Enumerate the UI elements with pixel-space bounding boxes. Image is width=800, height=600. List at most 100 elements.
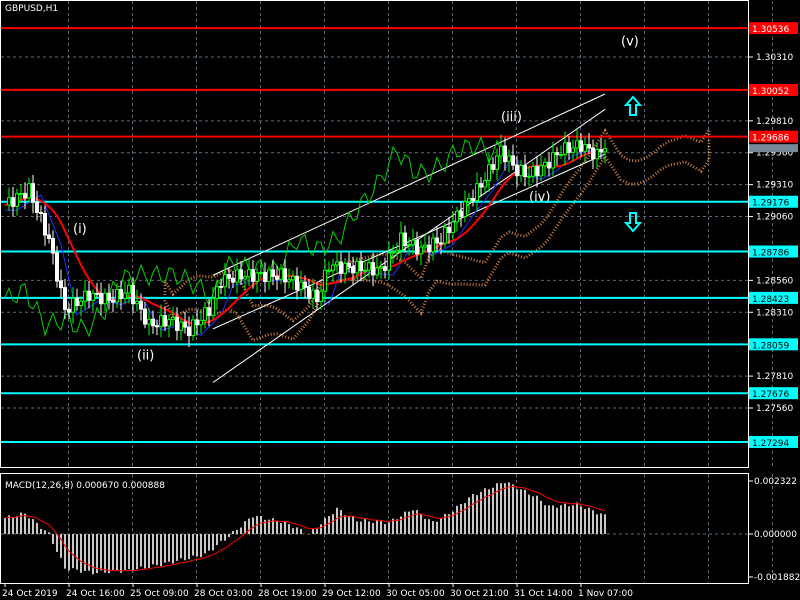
time-label: 31 Oct 14:00 [514,589,573,599]
candle-body [315,289,319,303]
candle-body [499,145,503,157]
candle-body [583,144,587,152]
candle-body [95,292,99,295]
macd-histogram-bar [64,534,66,569]
macd-histogram-bar [332,514,334,534]
candle-body [355,260,359,274]
price-tick-label: 1.28310 [756,308,793,318]
macd-histogram-bar [516,489,518,534]
macd-histogram-bar [204,534,206,554]
macd-histogram-bar [508,482,510,534]
candle-body [223,274,227,288]
candle-body [483,180,487,188]
macd-histogram-bar [40,528,42,534]
macd-histogram-bar [28,518,30,534]
macd-histogram-bar [232,531,234,534]
price-tick-label: 1.28560 [756,276,793,286]
candle-body [367,262,371,271]
cyan-level-label: 1.27676 [752,390,789,400]
macd-signal-line [4,485,606,572]
candle-body [131,284,135,305]
macd-histogram-bar [248,518,250,534]
macd-histogram-bar [212,534,214,551]
candle-body [567,142,571,153]
candle-body [431,237,435,253]
macd-histogram-bar [404,511,406,534]
macd-histogram-bar [432,521,434,534]
time-label: 28 Oct 19:00 [258,589,317,599]
candle-body [319,290,323,303]
macd-histogram-bar [584,509,586,534]
candle-body [383,266,387,271]
macd-histogram-bar [144,534,146,569]
candle-body [31,183,35,203]
macd-histogram-bar [72,534,74,569]
candle-body [127,284,131,294]
price-chart[interactable]: 1.303101.298101.295601.293101.290601.285… [0,0,800,600]
macd-histogram-bar [132,534,134,572]
macd-histogram-bar [472,493,474,534]
macd-histogram-bar [300,528,302,534]
candle-body [439,242,443,245]
candle-body [571,147,575,153]
macd-histogram-bar [148,534,150,568]
candle-body [423,244,427,248]
candle-body [523,165,527,177]
macd-histogram-bar [592,510,594,534]
macd-tick-label: -0.001882 [754,573,800,583]
candle-body [11,197,15,207]
candle-body [247,269,251,278]
candle-body [495,155,499,170]
chart-window[interactable]: 1.30310 1.29810 1.29560 1.29310 1.29060 1.285… [0,0,800,600]
candle-body [559,153,563,156]
candle-body [531,165,535,177]
candle-body [231,277,235,283]
macd-histogram-bar [384,524,386,534]
macd-histogram-bar [476,495,478,534]
macd-histogram-bar [380,521,382,534]
macd-label: MACD(12,26,9) 0.000670 0.000888 [5,481,165,491]
candle-body [107,292,111,301]
candle-body [203,307,207,321]
macd-histogram-bar [220,534,222,541]
candle-body [427,244,431,253]
time-label: 29 Oct 12:00 [322,589,381,599]
macd-histogram-bar [188,534,190,560]
macd-histogram-bar [172,534,174,564]
macd-histogram-bar [260,515,262,534]
macd-histogram-bar [24,513,26,534]
kijun-line [5,149,606,336]
candle-body [563,142,567,155]
time-label: 1 Nov 07:00 [578,589,633,599]
candle-body [343,262,347,274]
candle-body [139,300,143,310]
candle-body [215,285,219,300]
candle-body [451,221,455,233]
candle-body [331,264,335,271]
candle-body [307,286,311,299]
macd-histogram-bar [16,516,18,534]
macd-histogram-bar [116,534,118,571]
candle-body [491,164,495,170]
candle-body [351,266,355,274]
macd-histogram-bar [240,527,242,534]
candle-body [403,232,407,246]
macd-histogram-bar [604,514,606,534]
candle-body [175,316,179,331]
candle-body [123,292,127,299]
macd-histogram-bar [32,519,34,534]
macd-histogram-bar [480,491,482,534]
time-label: 30 Oct 21:00 [450,589,509,599]
candle-body [503,145,507,163]
arrow-up-icon [623,95,643,116]
price-tick-label: 1.29810 [756,117,793,127]
candle-body [275,275,279,280]
wave-label: (iv) [529,190,550,205]
macd-histogram-bar [104,534,106,573]
macd-histogram-bar [500,483,502,534]
candle-body [391,251,395,254]
time-label: 25 Oct 09:00 [130,589,189,599]
candle-body [267,269,271,282]
macd-histogram-bar [348,515,350,534]
candle-body [555,152,559,156]
